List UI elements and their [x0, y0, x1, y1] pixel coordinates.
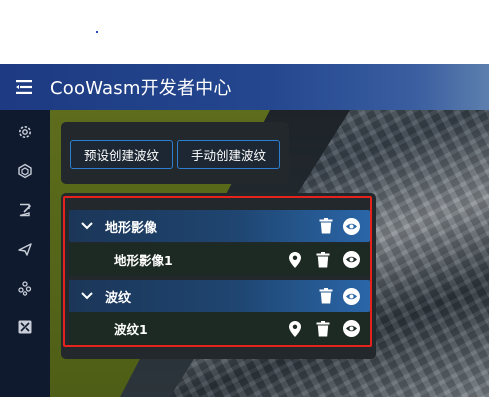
highlight-frame: [63, 196, 372, 347]
header-bar: CooWasm开发者中心: [0, 64, 489, 110]
sidebar: [0, 110, 50, 397]
send-icon[interactable]: [15, 239, 35, 259]
preset-create-ripple-button[interactable]: 预设创建波纹: [70, 140, 173, 169]
cube-icon[interactable]: [15, 161, 35, 181]
create-ripple-panel: 预设创建波纹 手动创建波纹: [61, 122, 289, 184]
app-title: CooWasm开发者中心: [50, 78, 232, 99]
manual-create-ripple-button[interactable]: 手动创建波纹: [177, 140, 280, 169]
top-dot: [96, 31, 98, 33]
menu-icon[interactable]: [0, 80, 50, 94]
gear-icon[interactable]: [15, 122, 35, 142]
cluster-icon[interactable]: [15, 278, 35, 298]
edit-icon[interactable]: [15, 200, 35, 220]
tools-icon[interactable]: [15, 317, 35, 337]
